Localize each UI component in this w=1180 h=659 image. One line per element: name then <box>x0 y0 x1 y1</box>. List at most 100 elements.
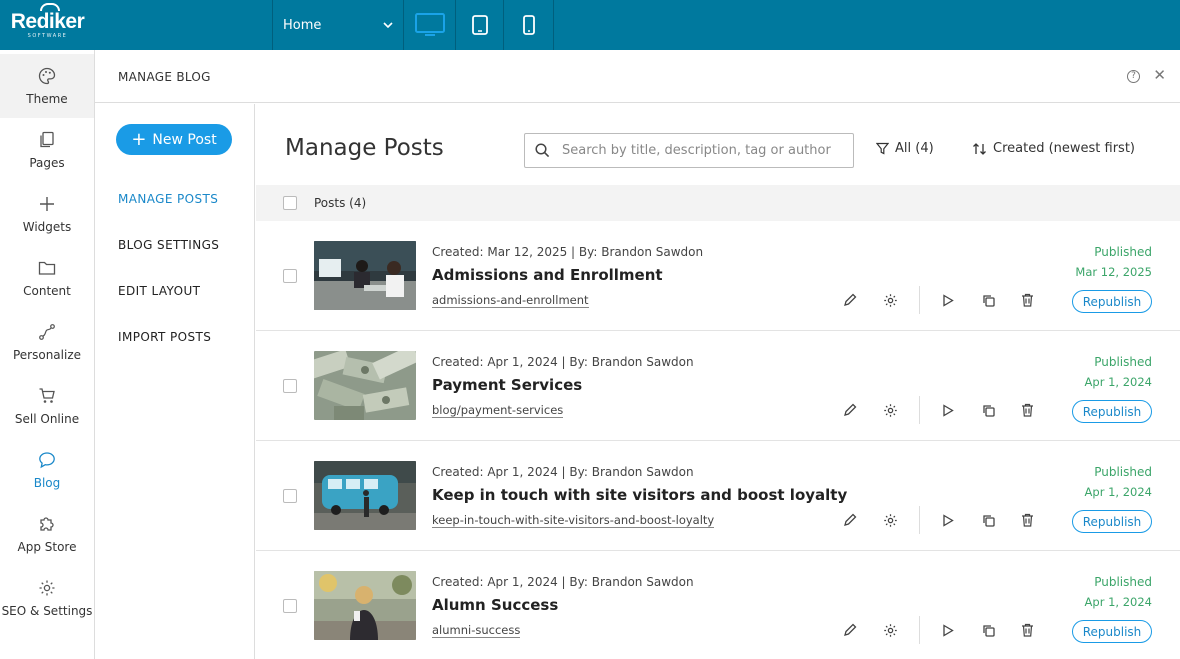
duplicate-button[interactable] <box>979 621 997 639</box>
post-slug-link[interactable]: admissions-and-enrollment <box>432 293 589 308</box>
divider <box>919 506 920 534</box>
main-content: Manage Posts All (4) Created (newest fir… <box>256 104 1180 659</box>
republish-button[interactable]: Republish <box>1072 510 1152 533</box>
post-status-date: Apr 1, 2024 <box>1084 595 1152 609</box>
filter-label: All (4) <box>895 141 934 156</box>
post-slug-link[interactable]: alumni-success <box>432 623 521 638</box>
page-title: Manage Posts <box>285 135 444 161</box>
tablet-icon <box>472 15 488 35</box>
republish-button[interactable]: Republish <box>1072 400 1152 423</box>
preview-button[interactable] <box>939 511 957 529</box>
trash-icon <box>1021 293 1033 307</box>
post-settings-button[interactable] <box>881 401 899 419</box>
pencil-icon <box>844 623 857 636</box>
sort-button[interactable]: Created (newest first) <box>972 141 1135 156</box>
desktop-view-button[interactable] <box>405 0 455 50</box>
post-title[interactable]: Alumn Success <box>432 596 558 614</box>
sort-label: Created (newest first) <box>993 141 1135 156</box>
post-status-date: Mar 12, 2025 <box>1075 265 1152 279</box>
post-checkbox[interactable] <box>283 269 297 283</box>
post-checkbox[interactable] <box>283 489 297 503</box>
close-icon[interactable]: ✕ <box>1153 68 1166 83</box>
edit-button[interactable] <box>841 291 859 309</box>
tablet-view-button[interactable] <box>455 0 505 50</box>
nav-item-sell-online[interactable]: Sell Online <box>0 374 94 438</box>
search-icon <box>535 143 550 158</box>
top-bar: Rediker SOFTWARE Home <box>0 0 1180 50</box>
delete-button[interactable] <box>1018 401 1036 419</box>
puzzle-icon <box>40 516 54 531</box>
post-slug-link[interactable]: keep-in-touch-with-site-visitors-and-boo… <box>432 513 715 528</box>
duplicate-button[interactable] <box>979 401 997 419</box>
gear-icon <box>883 513 897 527</box>
subnav-edit-layout[interactable]: EDIT LAYOUT <box>118 284 200 298</box>
page-select-value: Home <box>283 17 322 33</box>
trash-icon <box>1021 513 1033 527</box>
delete-button[interactable] <box>1018 291 1036 309</box>
new-post-button[interactable]: + New Post <box>116 124 232 155</box>
post-row: Created: Apr 1, 2024 | By: Brandon Sawdo… <box>256 551 1180 659</box>
post-checkbox[interactable] <box>283 599 297 613</box>
page-select[interactable]: Home <box>273 0 403 50</box>
nav-item-content[interactable]: Content <box>0 246 94 310</box>
edit-button[interactable] <box>841 621 859 639</box>
nav-item-seo-settings[interactable]: SEO & Settings <box>0 566 94 630</box>
brand-logo[interactable]: Rediker SOFTWARE <box>0 0 95 50</box>
chevron-down-icon <box>383 22 393 28</box>
post-status-date: Apr 1, 2024 <box>1084 375 1152 389</box>
sort-icon <box>973 142 986 155</box>
post-status: Published <box>1094 355 1152 369</box>
preview-button[interactable] <box>939 621 957 639</box>
nav-item-widgets[interactable]: Widgets <box>0 182 94 246</box>
select-all-checkbox[interactable] <box>283 196 297 210</box>
copy-icon <box>982 624 995 637</box>
divider <box>553 0 554 50</box>
post-title[interactable]: Keep in touch with site visitors and boo… <box>432 486 847 504</box>
gear-icon <box>883 293 897 307</box>
duplicate-button[interactable] <box>979 511 997 529</box>
panel-header: MANAGE BLOG ? ✕ <box>95 50 1180 103</box>
copy-icon <box>982 404 995 417</box>
edit-button[interactable] <box>841 511 859 529</box>
nav-item-theme[interactable]: Theme <box>0 54 94 118</box>
post-checkbox[interactable] <box>283 379 297 393</box>
subnav-import-posts[interactable]: IMPORT POSTS <box>118 330 211 344</box>
posts-count-label: Posts (4) <box>314 196 367 210</box>
delete-button[interactable] <box>1018 621 1036 639</box>
play-icon <box>943 623 954 637</box>
post-settings-button[interactable] <box>881 621 899 639</box>
preview-button[interactable] <box>939 401 957 419</box>
post-meta: Created: Apr 1, 2024 | By: Brandon Sawdo… <box>432 465 694 479</box>
search-input[interactable] <box>562 143 832 158</box>
nav-item-blog[interactable]: Blog <box>0 438 94 502</box>
subnav-blog-settings[interactable]: BLOG SETTINGS <box>118 238 219 252</box>
chat-bubble-icon <box>39 451 55 468</box>
duplicate-button[interactable] <box>979 291 997 309</box>
post-meta: Created: Apr 1, 2024 | By: Brandon Sawdo… <box>432 575 694 589</box>
republish-button[interactable]: Republish <box>1072 290 1152 313</box>
republish-button[interactable]: Republish <box>1072 620 1152 643</box>
post-slug-link[interactable]: blog/payment-services <box>432 403 564 418</box>
trash-icon <box>1021 403 1033 417</box>
preview-button[interactable] <box>939 291 957 309</box>
post-title[interactable]: Payment Services <box>432 376 582 394</box>
gear-icon <box>883 623 897 637</box>
play-icon <box>943 293 954 307</box>
delete-button[interactable] <box>1018 511 1036 529</box>
subnav-manage-posts[interactable]: MANAGE POSTS <box>118 192 218 206</box>
post-title[interactable]: Admissions and Enrollment <box>432 266 663 284</box>
post-settings-button[interactable] <box>881 291 899 309</box>
nav-item-personalize[interactable]: Personalize <box>0 310 94 374</box>
nav-item-pages[interactable]: Pages <box>0 118 94 182</box>
filter-button[interactable]: All (4) <box>876 141 934 156</box>
post-settings-button[interactable] <box>881 511 899 529</box>
plus-icon <box>40 196 54 211</box>
left-nav: Theme Pages Widgets Content Personalize … <box>0 50 95 659</box>
help-icon[interactable]: ? <box>1127 70 1140 83</box>
copy-icon <box>982 514 995 527</box>
edit-button[interactable] <box>841 401 859 419</box>
post-thumbnail <box>314 461 416 530</box>
nav-label: Blog <box>33 475 61 490</box>
nav-item-app-store[interactable]: App Store <box>0 502 94 566</box>
mobile-view-button[interactable] <box>504 0 554 50</box>
